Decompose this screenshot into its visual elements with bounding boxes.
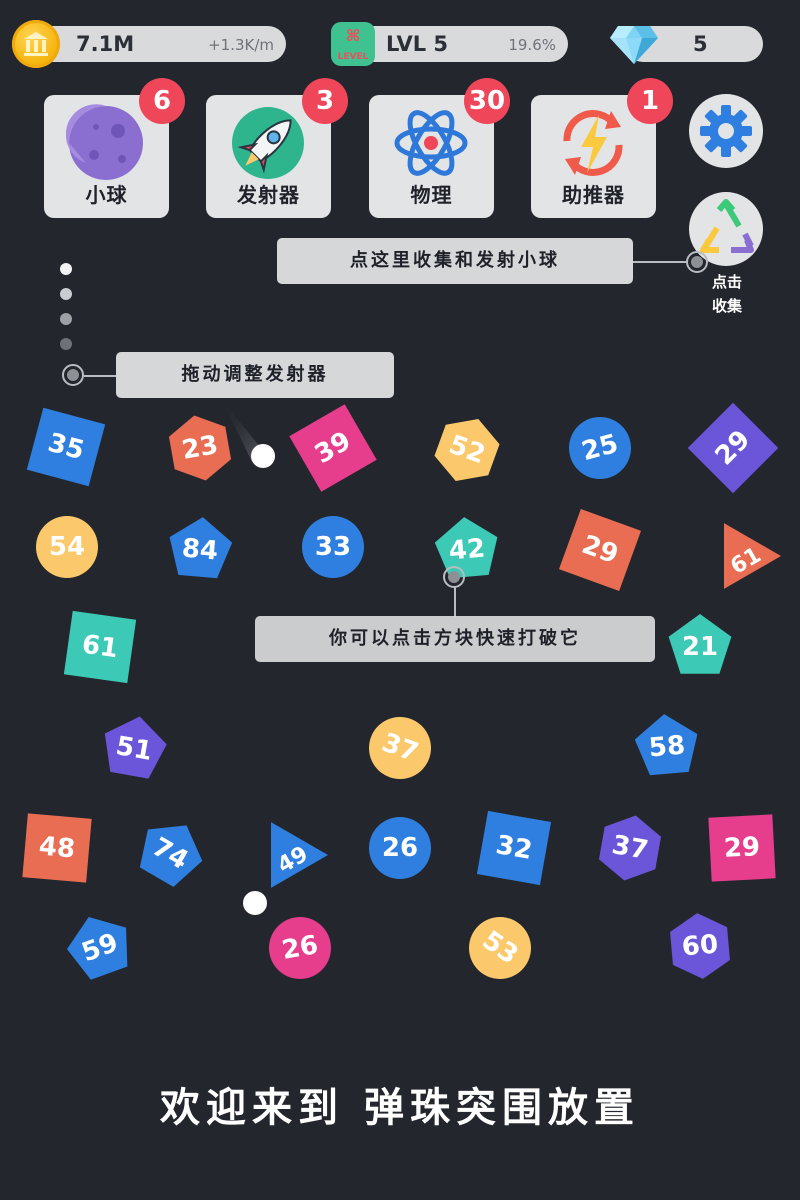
tip-collect: 点这里收集和发射小球 (277, 238, 633, 284)
block-hexagon[interactable]: 23 (166, 411, 234, 486)
block-pentagon[interactable]: 42 (433, 514, 501, 579)
card-launcher-badge: 3 (302, 78, 348, 124)
block-pentagon[interactable]: 58 (633, 711, 701, 776)
boost-icon (553, 103, 633, 183)
block-value: 61 (80, 630, 120, 665)
card-launcher-label: 发射器 (237, 183, 300, 207)
block-value: 21 (682, 632, 718, 662)
block-pentagon[interactable]: 21 (668, 614, 732, 674)
card-balls-badge: 6 (139, 78, 185, 124)
block-square[interactable]: 48 (22, 813, 92, 883)
collect-hint-label: 点击 收集 (711, 273, 742, 315)
block-triangle[interactable]: 61 (696, 507, 781, 589)
tip-launcher: 拖动调整发射器 (116, 352, 394, 398)
block-value: 48 (38, 831, 77, 864)
ball (243, 891, 267, 915)
planet-icon (65, 103, 146, 183)
aim-dot (60, 313, 72, 325)
block-circle[interactable]: 53 (457, 905, 543, 991)
card-balls-label: 小球 (85, 183, 128, 207)
block-circle[interactable]: 37 (360, 708, 439, 787)
level-badge-text: LEVEL (337, 52, 369, 62)
block-square[interactable]: 29 (708, 814, 776, 882)
block-hexagon[interactable]: 37 (596, 811, 664, 886)
diamond-icon (608, 20, 660, 68)
level-pill: LVL 5 19.6% (352, 26, 568, 62)
block-value: 29 (723, 832, 761, 864)
block-square[interactable]: 39 (289, 404, 377, 492)
tip-tap-connector (454, 586, 456, 618)
money-value: 7.1M (76, 32, 135, 56)
block-circle[interactable]: 25 (562, 410, 638, 486)
block-hexagon[interactable]: 60 (669, 911, 732, 982)
card-booster-badge: 1 (627, 78, 673, 124)
block-value: 33 (315, 532, 351, 562)
block-value: 23 (180, 430, 221, 466)
level-progress: 19.6% (508, 36, 556, 54)
launcher-handle[interactable] (62, 364, 84, 386)
atom-icon (391, 103, 471, 183)
aim-dot (60, 263, 72, 275)
block-circle[interactable]: 33 (302, 516, 364, 578)
block-pentagon[interactable]: 84 (166, 514, 234, 579)
tip-tap-anchor (443, 566, 465, 588)
block-value: 60 (681, 929, 720, 962)
block-hexagon[interactable]: 52 (429, 409, 505, 491)
ball (251, 444, 275, 468)
block-value: 51 (114, 731, 155, 767)
block-square[interactable]: 29 (558, 508, 642, 592)
block-value: 37 (610, 830, 651, 866)
block-circle[interactable]: 54 (36, 516, 98, 578)
settings-button[interactable] (689, 94, 763, 168)
gear-icon (700, 105, 752, 157)
tip-tap-blocks: 你可以点击方块快速打破它 (255, 616, 655, 662)
card-physics-label: 物理 (410, 183, 453, 207)
block-value: 84 (181, 533, 220, 566)
welcome-title: 欢迎来到 弹珠突围放置 (160, 1085, 640, 1131)
aim-dot (60, 288, 72, 300)
tip-launcher-connector (84, 375, 116, 377)
block-circle[interactable]: 26 (369, 817, 431, 879)
block-value: 58 (648, 730, 687, 763)
block-pentagon[interactable]: 51 (98, 711, 170, 781)
block-square[interactable]: 29 (687, 402, 779, 494)
block-circle[interactable]: 26 (264, 912, 336, 984)
block-square[interactable]: 32 (476, 810, 552, 886)
tip-collect-anchor (686, 251, 708, 273)
block-value: 54 (49, 532, 85, 562)
money-rate: +1.3K/m (208, 36, 274, 54)
rocket-icon (228, 103, 308, 183)
block-square[interactable]: 35 (26, 407, 106, 487)
aim-dot (60, 338, 72, 350)
card-booster-label: 助推器 (562, 183, 625, 207)
tip-collect-connector (633, 261, 687, 263)
block-value: 32 (494, 830, 535, 866)
level-icon: ⌘ LEVEL (331, 22, 375, 66)
level-value: LVL 5 (386, 32, 449, 56)
gems-value: 5 (693, 32, 708, 56)
block-triangle[interactable]: 49 (243, 806, 328, 888)
block-value: 26 (382, 833, 418, 863)
block-pentagon[interactable]: 59 (59, 906, 138, 984)
money-pill: 7.1M +1.3K/m (30, 26, 286, 62)
coin-icon (12, 20, 60, 68)
block-field[interactable]: 35 23 39 52 25 29 54 84 33 42 29 61 61 21 51 37 58 48 74 49… (0, 400, 800, 1020)
block-pentagon[interactable]: 74 (129, 810, 213, 893)
card-physics-badge: 30 (464, 78, 510, 124)
block-value: 42 (448, 533, 487, 566)
block-value: 26 (280, 930, 321, 966)
block-square[interactable]: 61 (63, 610, 137, 684)
